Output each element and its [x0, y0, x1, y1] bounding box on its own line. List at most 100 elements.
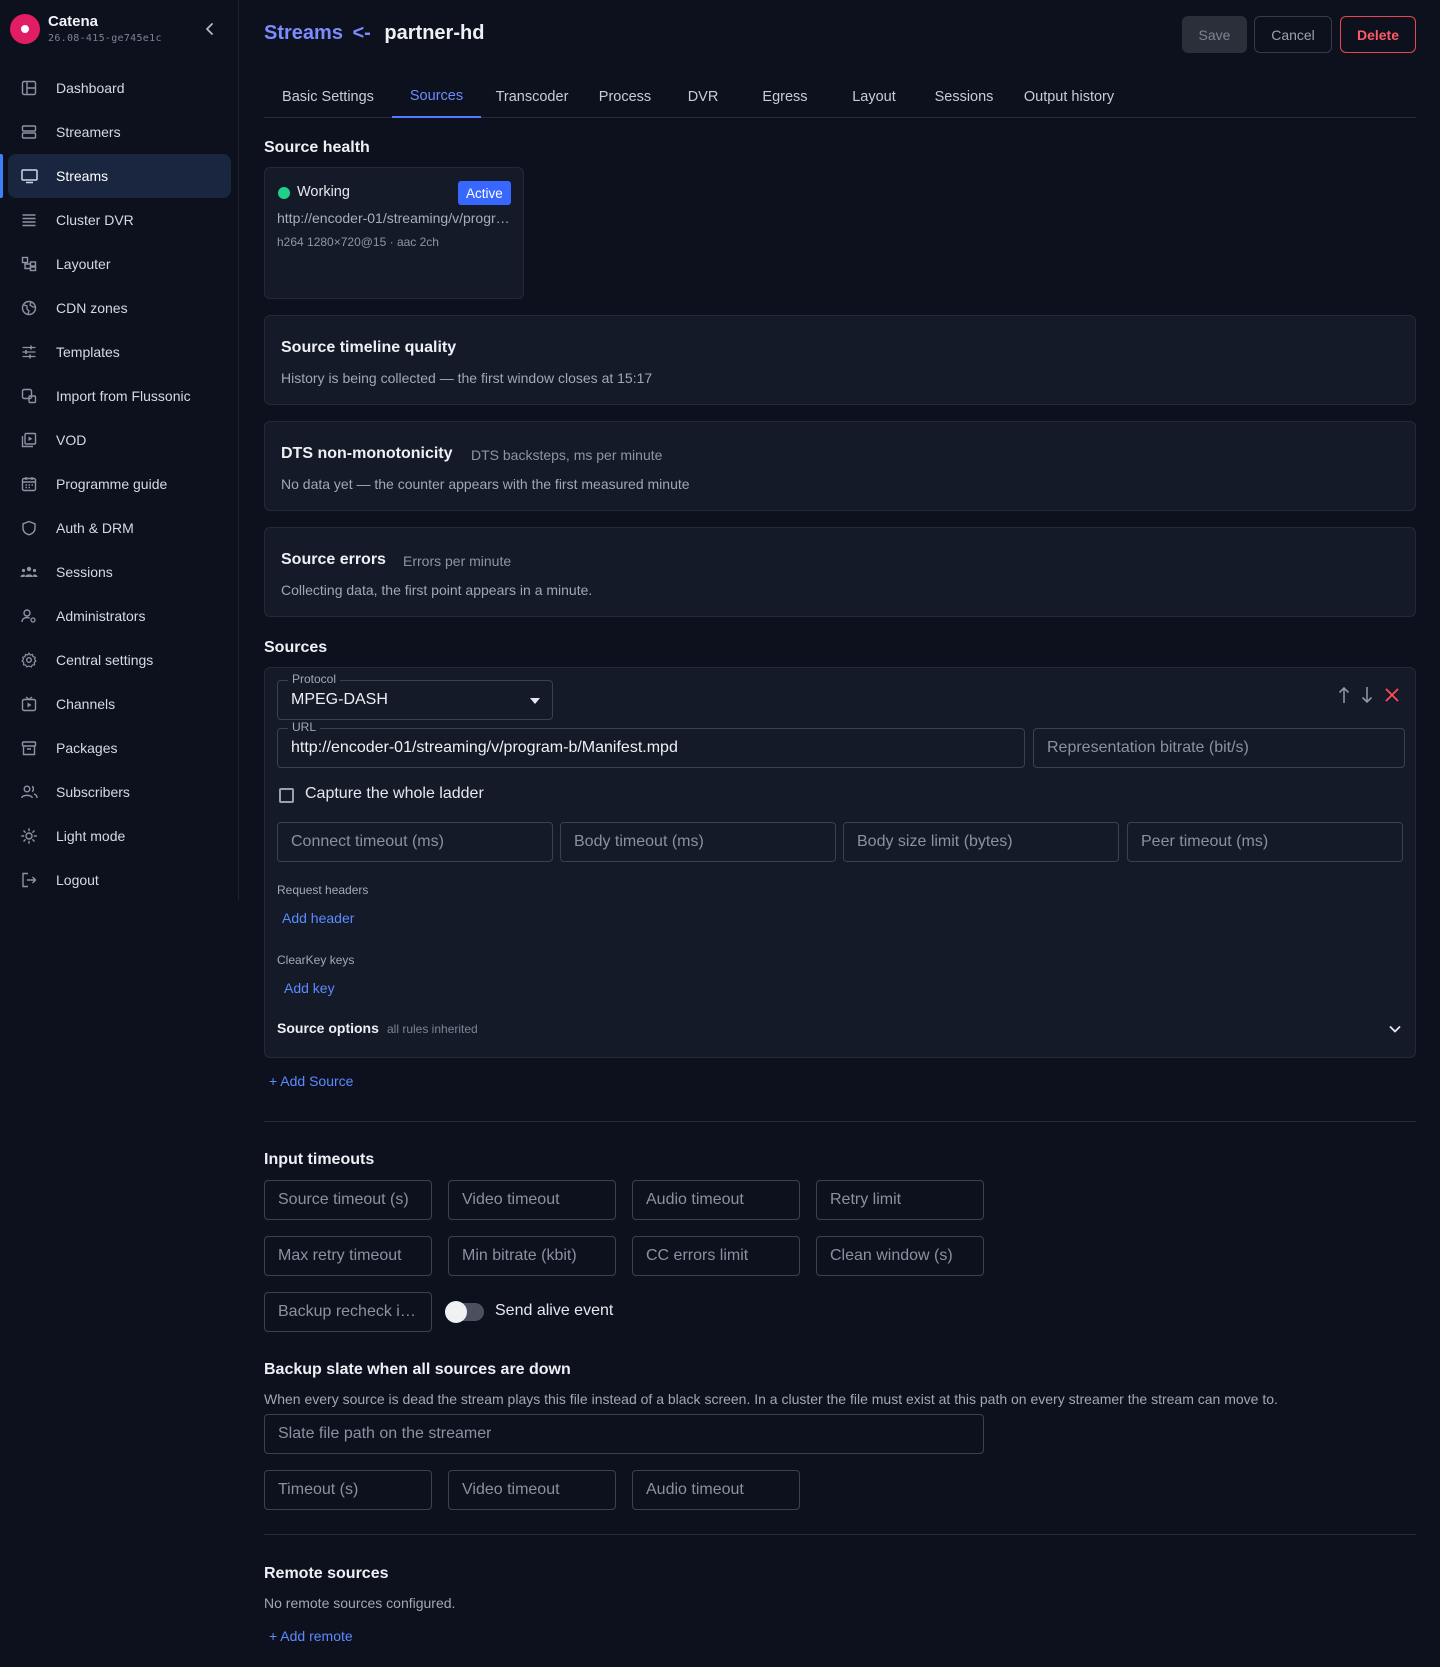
connect-timeout-field[interactable]: Connect timeout (ms)	[277, 822, 553, 862]
connect-timeout-placeholder: Connect timeout (ms)	[291, 833, 444, 850]
source-options-toggle[interactable]: Source options all rules inherited	[277, 1020, 1405, 1044]
brand-name: Catena	[48, 13, 99, 30]
sidebar-item-sessions[interactable]: Sessions	[8, 550, 231, 594]
page-title: partner-hd	[384, 22, 485, 44]
move-down-button[interactable]	[1358, 685, 1376, 705]
slate-video-timeout-field[interactable]: Video timeout	[448, 1470, 616, 1510]
layout-icon	[20, 255, 38, 273]
protocol-select[interactable]: Protocol MPEG-DASH	[277, 672, 553, 720]
add-key-button[interactable]: Add key	[284, 980, 335, 996]
storage-icon	[20, 211, 38, 229]
sidebar-item-auth-drm[interactable]: Auth & DRM	[8, 506, 231, 550]
tab-output-history[interactable]: Output history	[1011, 76, 1127, 118]
send-alive-toggle[interactable]	[445, 1301, 484, 1323]
clean-window-field[interactable]: Clean window (s)	[816, 1236, 984, 1276]
bitrate-placeholder: Representation bitrate (bit/s)	[1047, 739, 1249, 756]
sidebar-item-dashboard[interactable]: Dashboard	[8, 66, 231, 110]
peer-timeout-placeholder: Peer timeout (ms)	[1141, 833, 1269, 850]
capture-ladder-checkbox[interactable]	[279, 788, 294, 803]
remote-sources-message: No remote sources configured.	[264, 1595, 456, 1611]
sidebar-item-templates[interactable]: Templates	[8, 330, 231, 374]
field-placeholder: Video timeout	[462, 1481, 560, 1498]
sidebar-item-label: Subscribers	[56, 784, 130, 800]
sidebar-item-central-settings[interactable]: Central settings	[8, 638, 231, 682]
sidebar-item-logout[interactable]: Logout	[8, 858, 231, 902]
globe-icon	[20, 299, 38, 317]
peer-timeout-field[interactable]: Peer timeout (ms)	[1127, 822, 1403, 862]
video-timeout-field[interactable]: Video timeout	[448, 1180, 616, 1220]
sidebar-item-label: VOD	[56, 432, 87, 448]
divider	[264, 1121, 1416, 1122]
body-timeout-placeholder: Body timeout (ms)	[574, 833, 704, 850]
add-remote-button[interactable]: + Add remote	[269, 1628, 353, 1644]
source-timeout-field[interactable]: Source timeout (s)	[264, 1180, 432, 1220]
retry-limit-field[interactable]: Retry limit	[816, 1180, 984, 1220]
arrow-up-icon	[1338, 686, 1350, 703]
cc-errors-limit-field[interactable]: CC errors limit	[632, 1236, 800, 1276]
backup-recheck-field[interactable]: Backup recheck interval (s)	[264, 1292, 432, 1332]
breadcrumb-arrow: <-	[352, 22, 371, 44]
sidebar-item-label: Light mode	[56, 828, 126, 844]
body-size-limit-field[interactable]: Body size limit (bytes)	[843, 822, 1119, 862]
sidebar-item-subscribers[interactable]: Subscribers	[8, 770, 231, 814]
delete-button[interactable]: Delete	[1340, 16, 1416, 53]
sidebar-item-vod[interactable]: VOD	[8, 418, 231, 462]
body-timeout-field[interactable]: Body timeout (ms)	[560, 822, 836, 862]
sidebar-item-streams[interactable]: Streams	[0, 154, 231, 198]
remove-source-button[interactable]	[1383, 685, 1401, 705]
tab-sources[interactable]: Sources	[392, 76, 481, 118]
min-bitrate-field[interactable]: Min bitrate (kbit)	[448, 1236, 616, 1276]
logout-icon	[20, 871, 38, 889]
breadcrumb: Streams <- partner-hd	[264, 22, 484, 45]
sidebar-item-layouter[interactable]: Layouter	[8, 242, 231, 286]
page-header: Streams <- partner-hd Save Cancel Delete	[264, 16, 1416, 54]
slate-path-field[interactable]: Slate file path on the streamer	[264, 1414, 984, 1454]
add-header-button[interactable]: Add header	[282, 910, 354, 926]
tab-process[interactable]: Process	[583, 76, 667, 118]
source-health-card[interactable]: Working Active http://encoder-01/streami…	[264, 167, 524, 299]
tab-dvr[interactable]: DVR	[667, 76, 739, 118]
source-url-field[interactable]: URL http://encoder-01/streaming/v/progra…	[277, 720, 1025, 768]
sidebar-item-administrators[interactable]: Administrators	[8, 594, 231, 638]
sidebar-item-packages[interactable]: Packages	[8, 726, 231, 770]
sidebar-item-streamers[interactable]: Streamers	[8, 110, 231, 154]
source-options-label: Source options	[277, 1020, 379, 1036]
sidebar-item-programme-guide[interactable]: Programme guide	[8, 462, 231, 506]
sidebar-item-cluster-dvr[interactable]: Cluster DVR	[8, 198, 231, 242]
sidebar-item-cdn-zones[interactable]: CDN zones	[8, 286, 231, 330]
server-icon	[20, 123, 38, 141]
sidebar-item-label: Templates	[56, 344, 120, 360]
sidebar-item-light-mode[interactable]: Light mode	[8, 814, 231, 858]
representation-bitrate-field[interactable]: Representation bitrate (bit/s)	[1033, 728, 1405, 768]
source-errors-card: Source errors Errors per minute Collecti…	[264, 527, 1416, 617]
tab-layout[interactable]: Layout	[831, 76, 917, 118]
move-up-button[interactable]	[1335, 685, 1353, 705]
audio-timeout-field[interactable]: Audio timeout	[632, 1180, 800, 1220]
slate-audio-timeout-field[interactable]: Audio timeout	[632, 1470, 800, 1510]
breadcrumb-streams-link[interactable]: Streams	[264, 22, 343, 44]
timeline-quality-title: Source timeline quality	[281, 339, 457, 356]
sidebar-item-import[interactable]: Import from Flussonic	[8, 374, 231, 418]
source-options-hint: all rules inherited	[387, 1022, 478, 1036]
tab-basic-settings[interactable]: Basic Settings	[264, 76, 392, 118]
tab-transcoder[interactable]: Transcoder	[481, 76, 583, 118]
collapse-sidebar-button[interactable]	[196, 17, 224, 41]
max-retry-timeout-field[interactable]: Max retry timeout	[264, 1236, 432, 1276]
tab-sessions[interactable]: Sessions	[917, 76, 1011, 118]
sidebar: Catena 26.08-415-ge745e1c Dashboard Stre…	[0, 0, 239, 900]
slate-timeout-field[interactable]: Timeout (s)	[264, 1470, 432, 1510]
sidebar-item-label: Auth & DRM	[56, 520, 134, 536]
brand-version: 26.08-415-ge745e1c	[48, 33, 162, 44]
save-button[interactable]: Save	[1182, 16, 1247, 53]
add-source-button[interactable]: + Add Source	[269, 1073, 353, 1089]
sidebar-item-label: Cluster DVR	[56, 212, 134, 228]
admin-icon	[20, 607, 38, 625]
cancel-button[interactable]: Cancel	[1254, 16, 1332, 53]
sidebar-item-channels[interactable]: Channels	[8, 682, 231, 726]
health-status: Working	[297, 184, 350, 200]
tab-egress[interactable]: Egress	[739, 76, 831, 118]
sidebar-nav: Dashboard Streamers Streams Cluster DVR …	[0, 66, 239, 902]
sidebar-item-label: Import from Flussonic	[56, 388, 191, 404]
channels-icon	[20, 695, 38, 713]
sun-icon	[20, 827, 38, 845]
